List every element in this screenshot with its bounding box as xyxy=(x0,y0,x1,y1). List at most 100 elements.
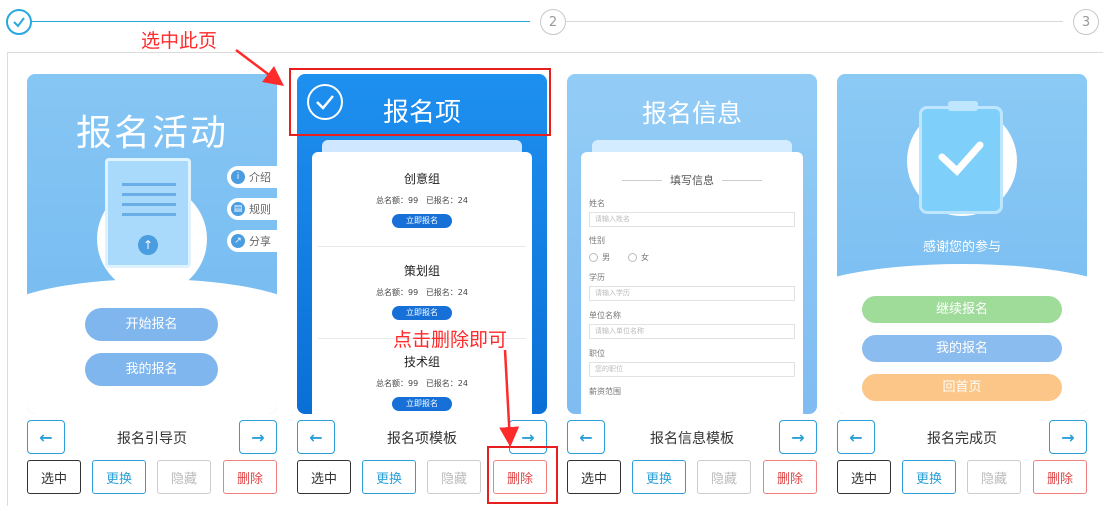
hide-button[interactable]: 隐藏 xyxy=(157,460,211,494)
radio-male-label: 男 xyxy=(602,253,610,262)
share-icon: ↗ xyxy=(231,234,245,248)
annotation-select-page: 选中此页 xyxy=(141,30,218,52)
step-progress-line xyxy=(32,21,530,22)
form-title-text: 填写信息 xyxy=(670,174,714,187)
select-button[interactable]: 选中 xyxy=(837,460,891,494)
group-quota: 总名额：99 xyxy=(375,379,419,388)
continue-signup-button[interactable]: 继续报名 xyxy=(862,296,1062,323)
hide-button[interactable]: 隐藏 xyxy=(697,460,751,494)
tab-rules-label: 规则 xyxy=(249,203,271,216)
tab-intro[interactable]: i 介绍 xyxy=(227,166,277,188)
group-name: 创意组 xyxy=(403,172,440,186)
card-signup-info[interactable]: 报名信息 填写信息 姓名 请输入姓名 性别 男 女 学历 请输入学历 单位名称 … xyxy=(567,74,817,414)
field-input-education[interactable]: 请输入学历 xyxy=(589,286,795,301)
info-icon: i xyxy=(231,170,245,184)
field-label-position: 职位 xyxy=(589,349,605,358)
annotation-box-header xyxy=(289,68,551,136)
step-line-2 xyxy=(566,21,1063,22)
card-label-guide: 报名引导页 xyxy=(117,431,187,447)
group-count: 已报名：24 xyxy=(425,288,468,297)
thanks-text: 感谢您的参与 xyxy=(922,240,1001,255)
guide-bottom-area xyxy=(27,279,277,414)
replace-button[interactable]: 更换 xyxy=(92,460,146,494)
radio-male[interactable] xyxy=(589,253,598,262)
step-2[interactable]: 2 xyxy=(540,9,566,35)
arrow-left-icon: ← xyxy=(579,427,593,447)
group-item: 技术组 总名额：99 已报名：24 立即报名 xyxy=(312,353,532,411)
field-input-name[interactable]: 请输入姓名 xyxy=(589,212,795,227)
arrow-left-icon: ← xyxy=(39,427,53,447)
group-count: 已报名：24 xyxy=(425,196,468,205)
tab-intro-label: 介绍 xyxy=(249,171,271,184)
annotation-box-delete xyxy=(487,446,558,504)
replace-button[interactable]: 更换 xyxy=(362,460,416,494)
step-2-number: 2 xyxy=(548,14,558,30)
select-button[interactable]: 选中 xyxy=(27,460,81,494)
arrow-right-icon: → xyxy=(251,427,265,447)
move-left-button[interactable]: ← xyxy=(27,420,65,454)
tab-share[interactable]: ↗ 分享 xyxy=(227,230,277,252)
form-title: 填写信息 xyxy=(589,172,795,188)
gender-options: 男 女 xyxy=(589,252,795,263)
tab-share-label: 分享 xyxy=(249,235,271,248)
field-label-salary: 薪资范围 xyxy=(589,387,621,396)
guide-title: 报名活动 xyxy=(75,113,228,154)
move-right-button[interactable]: → xyxy=(239,420,277,454)
group-name: 技术组 xyxy=(403,355,440,369)
move-left-button[interactable]: ← xyxy=(837,420,875,454)
info-form: 填写信息 姓名 请输入姓名 性别 男 女 学历 请输入学历 单位名称 请输入单位… xyxy=(581,152,803,414)
join-button[interactable]: 立即报名 xyxy=(392,214,452,228)
start-signup-button[interactable]: 开始报名 xyxy=(85,308,218,341)
group-divider xyxy=(318,246,526,247)
card-signup-done[interactable]: 感谢您的参与 继续报名 我的报名 回首页 xyxy=(837,74,1087,414)
join-button[interactable]: 立即报名 xyxy=(392,397,452,411)
group-item: 创意组 总名额：99 已报名：24 立即报名 xyxy=(312,170,532,228)
field-label-education: 学历 xyxy=(589,273,605,282)
move-right-button[interactable]: → xyxy=(779,420,817,454)
annotation-click-delete: 点击删除即可 xyxy=(393,329,508,351)
move-right-button[interactable]: → xyxy=(1049,420,1087,454)
field-label-name: 姓名 xyxy=(589,199,605,208)
radio-female-label: 女 xyxy=(641,253,649,262)
template-editor: 2 3 报名活动 ↑ i 介绍 ▤ 规则 ↗ 分享 开始报名 我的报名 报名项 … xyxy=(0,0,1103,506)
field-label-gender: 性别 xyxy=(589,236,605,245)
step-1-done[interactable] xyxy=(6,9,32,35)
arrow-right-icon: → xyxy=(791,427,805,447)
hide-button[interactable]: 隐藏 xyxy=(427,460,481,494)
join-button[interactable]: 立即报名 xyxy=(392,306,452,320)
select-button[interactable]: 选中 xyxy=(567,460,621,494)
replace-button[interactable]: 更换 xyxy=(902,460,956,494)
delete-button[interactable]: 删除 xyxy=(1033,460,1087,494)
done-my-signup-button[interactable]: 我的报名 xyxy=(862,335,1062,362)
my-signup-button[interactable]: 我的报名 xyxy=(85,353,218,386)
field-input-position[interactable]: 您的职位 xyxy=(589,362,795,377)
group-quota: 总名额：99 xyxy=(375,196,419,205)
field-label-company: 单位名称 xyxy=(589,311,621,320)
tab-rules[interactable]: ▤ 规则 xyxy=(227,198,277,220)
arrow-right-icon: → xyxy=(1061,427,1075,447)
radio-female[interactable] xyxy=(628,253,637,262)
group-item: 策划组 总名额：99 已报名：24 立即报名 xyxy=(312,262,532,320)
guide-side-tabs: i 介绍 ▤ 规则 ↗ 分享 xyxy=(227,166,277,252)
group-quota: 总名额：99 xyxy=(375,288,419,297)
hide-button[interactable]: 隐藏 xyxy=(967,460,1021,494)
delete-button[interactable]: 删除 xyxy=(223,460,277,494)
clipboard-check-icon xyxy=(919,101,1003,214)
step-3[interactable]: 3 xyxy=(1073,9,1099,35)
card-label-done: 报名完成页 xyxy=(927,431,997,447)
replace-button[interactable]: 更换 xyxy=(632,460,686,494)
clipboard-icon: ↑ xyxy=(105,158,191,268)
rules-icon: ▤ xyxy=(231,202,245,216)
move-left-button[interactable]: ← xyxy=(567,420,605,454)
field-input-company[interactable]: 请输入单位名称 xyxy=(589,324,795,339)
card-guide-page[interactable]: 报名活动 ↑ i 介绍 ▤ 规则 ↗ 分享 开始报名 我的报名 xyxy=(27,74,277,414)
delete-button[interactable]: 删除 xyxy=(763,460,817,494)
arrow-left-icon: ← xyxy=(309,427,323,447)
step-3-number: 3 xyxy=(1081,14,1091,30)
move-left-button[interactable]: ← xyxy=(297,420,335,454)
select-button[interactable]: 选中 xyxy=(297,460,351,494)
card-label-info: 报名信息模板 xyxy=(650,431,734,447)
info-title: 报名信息 xyxy=(641,99,742,128)
home-button[interactable]: 回首页 xyxy=(862,374,1062,401)
card-label-items: 报名项模板 xyxy=(387,431,457,447)
